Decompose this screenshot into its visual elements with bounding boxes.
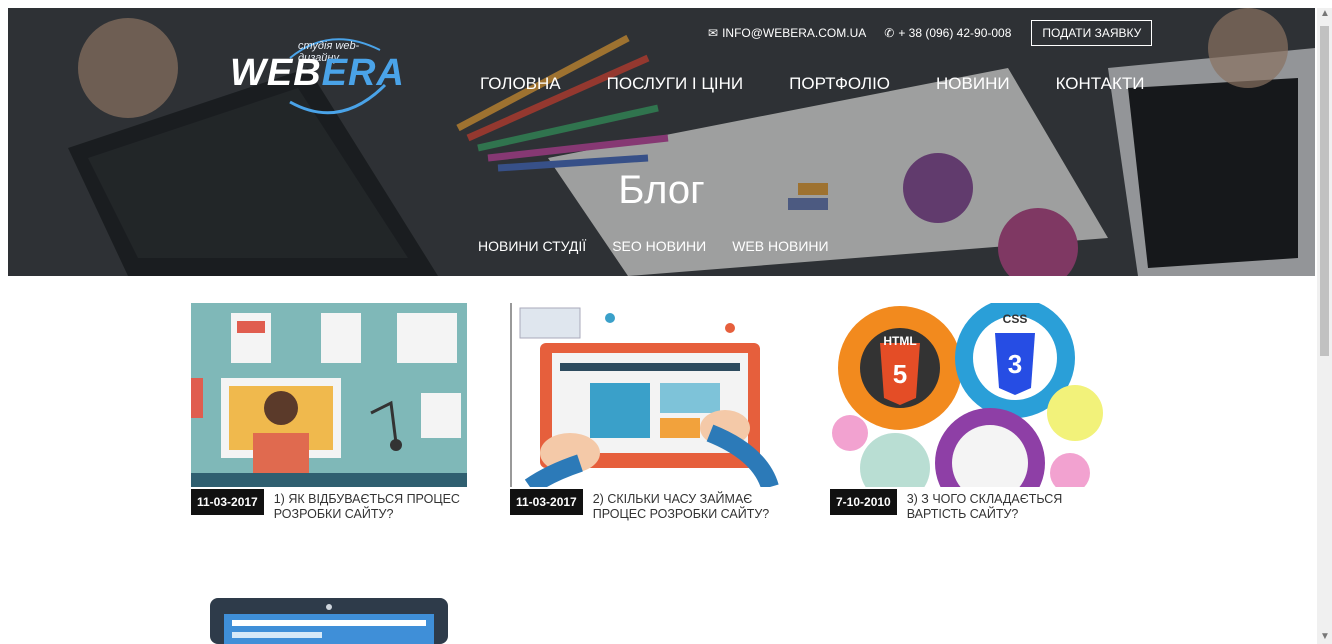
- css-label: CSS: [1003, 312, 1028, 326]
- nav-item-services[interactable]: ПОСЛУГИ І ЦІНИ: [607, 74, 744, 94]
- post-title[interactable]: 2) СКІЛЬКИ ЧАСУ ЗАЙМАЄ ПРОЦЕС РОЗРОБКИ С…: [583, 489, 788, 522]
- scroll-down-arrow-icon[interactable]: ▼: [1320, 631, 1330, 642]
- nav-item-news[interactable]: НОВИНИ: [936, 74, 1010, 94]
- hero-banner: студія web-дизайну WEBERA ✉ INFO@WEBERA.…: [8, 8, 1315, 276]
- top-contact-bar: ✉ INFO@WEBERA.COM.UA ✆ + 38 (096) 42-90-…: [708, 20, 1153, 46]
- email-contact[interactable]: ✉ INFO@WEBERA.COM.UA: [708, 26, 866, 40]
- phone-number[interactable]: + 38 (096) 42-90-008: [898, 26, 1011, 40]
- developer-at-desk-illustration: [191, 303, 467, 487]
- web-design-tablet-illustration: [510, 303, 786, 487]
- scrollbar-thumb[interactable]: [1320, 26, 1329, 356]
- email-link[interactable]: INFO@WEBERA.COM.UA: [722, 26, 866, 40]
- post-thumbnail[interactable]: [191, 303, 467, 487]
- blog-post-card[interactable]: 11-03-2017 2) СКІЛЬКИ ЧАСУ ЗАЙМАЄ ПРОЦЕС…: [510, 303, 788, 522]
- phone-icon: ✆: [884, 26, 895, 40]
- post-date: 11-03-2017: [510, 489, 583, 515]
- main-nav: ГОЛОВНА ПОСЛУГИ І ЦІНИ ПОРТФОЛІО НОВИНИ …: [480, 74, 1144, 94]
- post-date: 11-03-2017: [191, 489, 264, 515]
- html-css-gears-illustration: HTML 5 CSS 3: [830, 303, 1106, 487]
- blog-post-card[interactable]: [210, 598, 488, 644]
- blog-post-card[interactable]: 11-03-2017 1) ЯК ВІДБУВАЄТЬСЯ ПРОЦЕС РОЗ…: [191, 303, 469, 522]
- post-title[interactable]: 3) З ЧОГО СКЛАДАЄТЬСЯ ВАРТІСТЬ САЙТУ?: [897, 489, 1108, 522]
- nav-item-contacts[interactable]: КОНТАКТИ: [1056, 74, 1145, 94]
- post-thumbnail[interactable]: HTML 5 CSS 3: [830, 303, 1106, 487]
- scroll-up-arrow-icon[interactable]: ▲: [1320, 8, 1330, 19]
- post-meta: 11-03-2017 2) СКІЛЬКИ ЧАСУ ЗАЙМАЄ ПРОЦЕС…: [510, 489, 788, 522]
- page-title: Блог: [618, 168, 705, 212]
- logo-web: WEB: [230, 52, 322, 94]
- nav-item-portfolio[interactable]: ПОРТФОЛІО: [789, 74, 890, 94]
- post-thumbnail[interactable]: [210, 598, 486, 644]
- category-studio-news[interactable]: НОВИНИ СТУДІЇ: [478, 238, 586, 254]
- category-seo-news[interactable]: SEO НОВИНИ: [612, 238, 706, 254]
- css-number: 3: [1008, 349, 1022, 379]
- post-meta: 11-03-2017 1) ЯК ВІДБУВАЄТЬСЯ ПРОЦЕС РОЗ…: [191, 489, 469, 522]
- post-thumbnail[interactable]: [510, 303, 786, 487]
- post-date: 7-10-2010: [830, 489, 897, 515]
- nav-item-home[interactable]: ГОЛОВНА: [480, 74, 561, 94]
- site-logo[interactable]: студія web-дизайну WEBERA: [220, 30, 404, 115]
- html-number: 5: [893, 359, 907, 389]
- page-scrollbar[interactable]: ▲ ▼: [1317, 8, 1332, 644]
- envelope-icon: ✉: [708, 26, 719, 40]
- blog-category-nav: НОВИНИ СТУДІЇ SEO НОВИНИ WEB НОВИНИ: [478, 238, 829, 254]
- html-label: HTML: [883, 334, 916, 348]
- logo-era: ERA: [321, 52, 405, 94]
- laptop-illustration: [210, 598, 448, 644]
- post-title[interactable]: 1) ЯК ВІДБУВАЄТЬСЯ ПРОЦЕС РОЗРОБКИ САЙТУ…: [264, 489, 469, 522]
- logo-wordmark: WEBERA: [230, 52, 405, 95]
- post-meta: 7-10-2010 3) З ЧОГО СКЛАДАЄТЬСЯ ВАРТІСТЬ…: [830, 489, 1108, 522]
- blog-post-card[interactable]: HTML 5 CSS 3 7-10-2010 3) З ЧОГО СКЛАДАЄ…: [830, 303, 1108, 522]
- hero-overlay: [8, 8, 1315, 276]
- category-web-news[interactable]: WEB НОВИНИ: [732, 238, 828, 254]
- phone-contact[interactable]: ✆ + 38 (096) 42-90-008: [884, 26, 1011, 40]
- submit-request-button[interactable]: ПОДАТИ ЗАЯВКУ: [1031, 20, 1153, 46]
